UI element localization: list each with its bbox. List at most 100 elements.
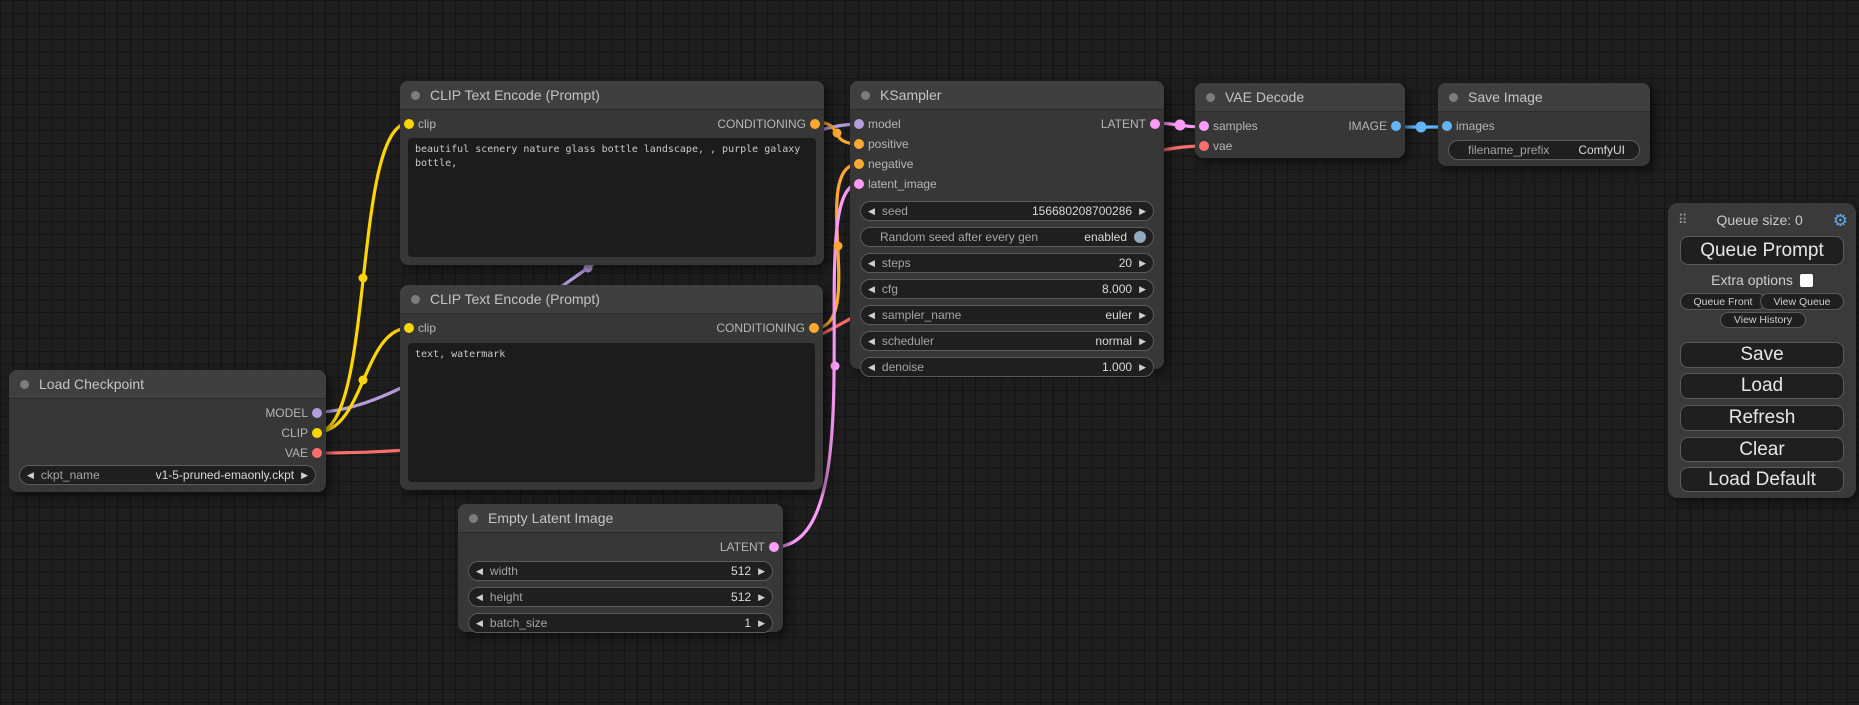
negative-prompt-textarea[interactable]: text, watermark	[408, 343, 815, 482]
clip-input-port[interactable]	[404, 323, 414, 333]
node-title-bar[interactable]: Empty Latent Image	[458, 504, 783, 533]
node-title: CLIP Text Encode (Prompt)	[430, 81, 600, 109]
height-widget[interactable]: ◀ height 512 ▶	[468, 587, 773, 607]
queue-size-label: Queue size: 0	[1687, 212, 1833, 228]
decrement-arrow-icon[interactable]: ◀	[868, 337, 875, 346]
latent-output-port[interactable]	[1150, 119, 1160, 129]
node-title-bar[interactable]: Load Checkpoint	[9, 370, 326, 399]
collapse-dot-icon[interactable]	[861, 91, 870, 100]
link-midpoint-dot	[831, 362, 840, 371]
widget-value: 1	[744, 616, 751, 630]
widget-value: v1-5-pruned-emaonly.ckpt	[156, 468, 295, 482]
denoise-widget[interactable]: ◀ denoise 1.000 ▶	[860, 357, 1154, 377]
steps-widget[interactable]: ◀ steps 20 ▶	[860, 253, 1154, 273]
vae-output-port[interactable]	[312, 448, 322, 458]
collapse-dot-icon[interactable]	[469, 514, 478, 523]
link-midpoint-dot	[833, 129, 842, 138]
vae-decode-node[interactable]: VAE Decode samples IMAGE vae	[1195, 83, 1405, 158]
settings-gear-icon[interactable]: ⚙	[1833, 212, 1848, 229]
node-title-bar[interactable]: Save Image	[1438, 83, 1650, 112]
vae-input-port[interactable]	[1199, 141, 1209, 151]
samples-input-label: samples	[1213, 119, 1258, 133]
decrement-arrow-icon[interactable]: ◀	[868, 311, 875, 320]
random-seed-toggle-widget[interactable]: Random seed after every gen enabled	[860, 227, 1154, 247]
comfyui-canvas[interactable]: Load Checkpoint MODEL CLIP VAE ◀ ckpt_na…	[0, 0, 1859, 705]
decrement-arrow-icon[interactable]: ◀	[868, 285, 875, 294]
link-midpoint-dot	[359, 274, 368, 283]
positive-prompt-textarea[interactable]: beautiful scenery nature glass bottle la…	[408, 138, 816, 257]
collapse-dot-icon[interactable]	[20, 380, 29, 389]
drag-handle-icon[interactable]: ⠿	[1678, 212, 1687, 228]
empty-latent-image-node[interactable]: Empty Latent Image LATENT ◀ width 512 ▶ …	[458, 504, 783, 632]
model-input-port[interactable]	[854, 119, 864, 129]
vae-output-label: VAE	[285, 446, 308, 460]
cfg-widget[interactable]: ◀ cfg 8.000 ▶	[860, 279, 1154, 299]
conditioning-output-port[interactable]	[810, 119, 820, 129]
positive-input-port[interactable]	[854, 139, 864, 149]
queue-prompt-button[interactable]: Queue Prompt	[1680, 236, 1844, 265]
refresh-button[interactable]: Refresh	[1680, 405, 1844, 431]
sampler-name-widget[interactable]: ◀ sampler_name euler ▶	[860, 305, 1154, 325]
filename-prefix-widget[interactable]: filename_prefix ComfyUI	[1448, 140, 1640, 160]
increment-arrow-icon[interactable]: ▶	[1139, 363, 1146, 372]
seed-widget[interactable]: ◀ seed 156680208700286 ▶	[860, 201, 1154, 221]
view-history-button[interactable]: View History	[1720, 312, 1806, 328]
collapse-dot-icon[interactable]	[411, 295, 420, 304]
decrement-arrow-icon[interactable]: ◀	[868, 259, 875, 268]
node-title-bar[interactable]: CLIP Text Encode (Prompt)	[400, 285, 823, 314]
save-button[interactable]: Save	[1680, 342, 1844, 368]
batch-size-widget[interactable]: ◀ batch_size 1 ▶	[468, 613, 773, 633]
increment-arrow-icon[interactable]: ▶	[758, 619, 765, 628]
latent-output-port[interactable]	[769, 542, 779, 552]
ksampler-node[interactable]: KSampler model LATENT positive negative …	[850, 81, 1164, 369]
decrement-arrow-icon[interactable]: ◀	[476, 619, 483, 628]
increment-arrow-icon[interactable]: ▶	[758, 593, 765, 602]
ckpt-name-widget[interactable]: ◀ ckpt_name v1-5-pruned-emaonly.ckpt ▶	[19, 465, 316, 485]
conditioning-output-port[interactable]	[809, 323, 819, 333]
load-checkpoint-node[interactable]: Load Checkpoint MODEL CLIP VAE ◀ ckpt_na…	[9, 370, 326, 492]
decrement-arrow-icon[interactable]: ◀	[476, 593, 483, 602]
latent-image-input-port[interactable]	[854, 179, 864, 189]
negative-input-port[interactable]	[854, 159, 864, 169]
load-default-button[interactable]: Load Default	[1680, 467, 1844, 492]
view-queue-button[interactable]: View Queue	[1760, 293, 1844, 310]
decrement-arrow-icon[interactable]: ◀	[868, 363, 875, 372]
clip-text-encode-positive-node[interactable]: CLIP Text Encode (Prompt) clip CONDITION…	[400, 81, 824, 265]
increment-arrow-icon[interactable]: ▶	[301, 471, 308, 480]
collapse-dot-icon[interactable]	[411, 91, 420, 100]
decrement-arrow-icon[interactable]: ◀	[27, 471, 34, 480]
clip-text-encode-negative-node[interactable]: CLIP Text Encode (Prompt) clip CONDITION…	[400, 285, 823, 490]
collapse-dot-icon[interactable]	[1206, 93, 1215, 102]
increment-arrow-icon[interactable]: ▶	[1139, 311, 1146, 320]
decrement-arrow-icon[interactable]: ◀	[868, 207, 875, 216]
extra-options-checkbox[interactable]	[1800, 274, 1813, 287]
increment-arrow-icon[interactable]: ▶	[758, 567, 765, 576]
image-output-port[interactable]	[1391, 121, 1401, 131]
width-widget[interactable]: ◀ width 512 ▶	[468, 561, 773, 581]
increment-arrow-icon[interactable]: ▶	[1139, 285, 1146, 294]
increment-arrow-icon[interactable]: ▶	[1139, 259, 1146, 268]
clip-input-port[interactable]	[404, 119, 414, 129]
node-title-bar[interactable]: KSampler	[850, 81, 1164, 110]
queue-panel: ⠿ Queue size: 0 ⚙ Queue Prompt Extra opt…	[1668, 203, 1856, 498]
clear-button[interactable]: Clear	[1680, 437, 1844, 462]
model-output-port[interactable]	[312, 408, 322, 418]
toggle-indicator-icon[interactable]	[1134, 231, 1146, 243]
increment-arrow-icon[interactable]: ▶	[1139, 207, 1146, 216]
load-button[interactable]: Load	[1680, 373, 1844, 399]
images-input-port[interactable]	[1442, 121, 1452, 131]
save-image-node[interactable]: Save Image images filename_prefix ComfyU…	[1438, 83, 1650, 166]
clip-output-port[interactable]	[312, 428, 322, 438]
widget-label: steps	[882, 256, 911, 270]
widget-value: ComfyUI	[1578, 143, 1625, 157]
positive-input-label: positive	[868, 137, 909, 151]
node-title-bar[interactable]: VAE Decode	[1195, 83, 1405, 112]
node-title-bar[interactable]: CLIP Text Encode (Prompt)	[400, 81, 824, 110]
collapse-dot-icon[interactable]	[1449, 93, 1458, 102]
link-midpoint-dot	[834, 242, 843, 251]
increment-arrow-icon[interactable]: ▶	[1139, 337, 1146, 346]
decrement-arrow-icon[interactable]: ◀	[476, 567, 483, 576]
scheduler-widget[interactable]: ◀ scheduler normal ▶	[860, 331, 1154, 351]
samples-input-port[interactable]	[1199, 121, 1209, 131]
queue-front-button[interactable]: Queue Front	[1680, 293, 1766, 310]
